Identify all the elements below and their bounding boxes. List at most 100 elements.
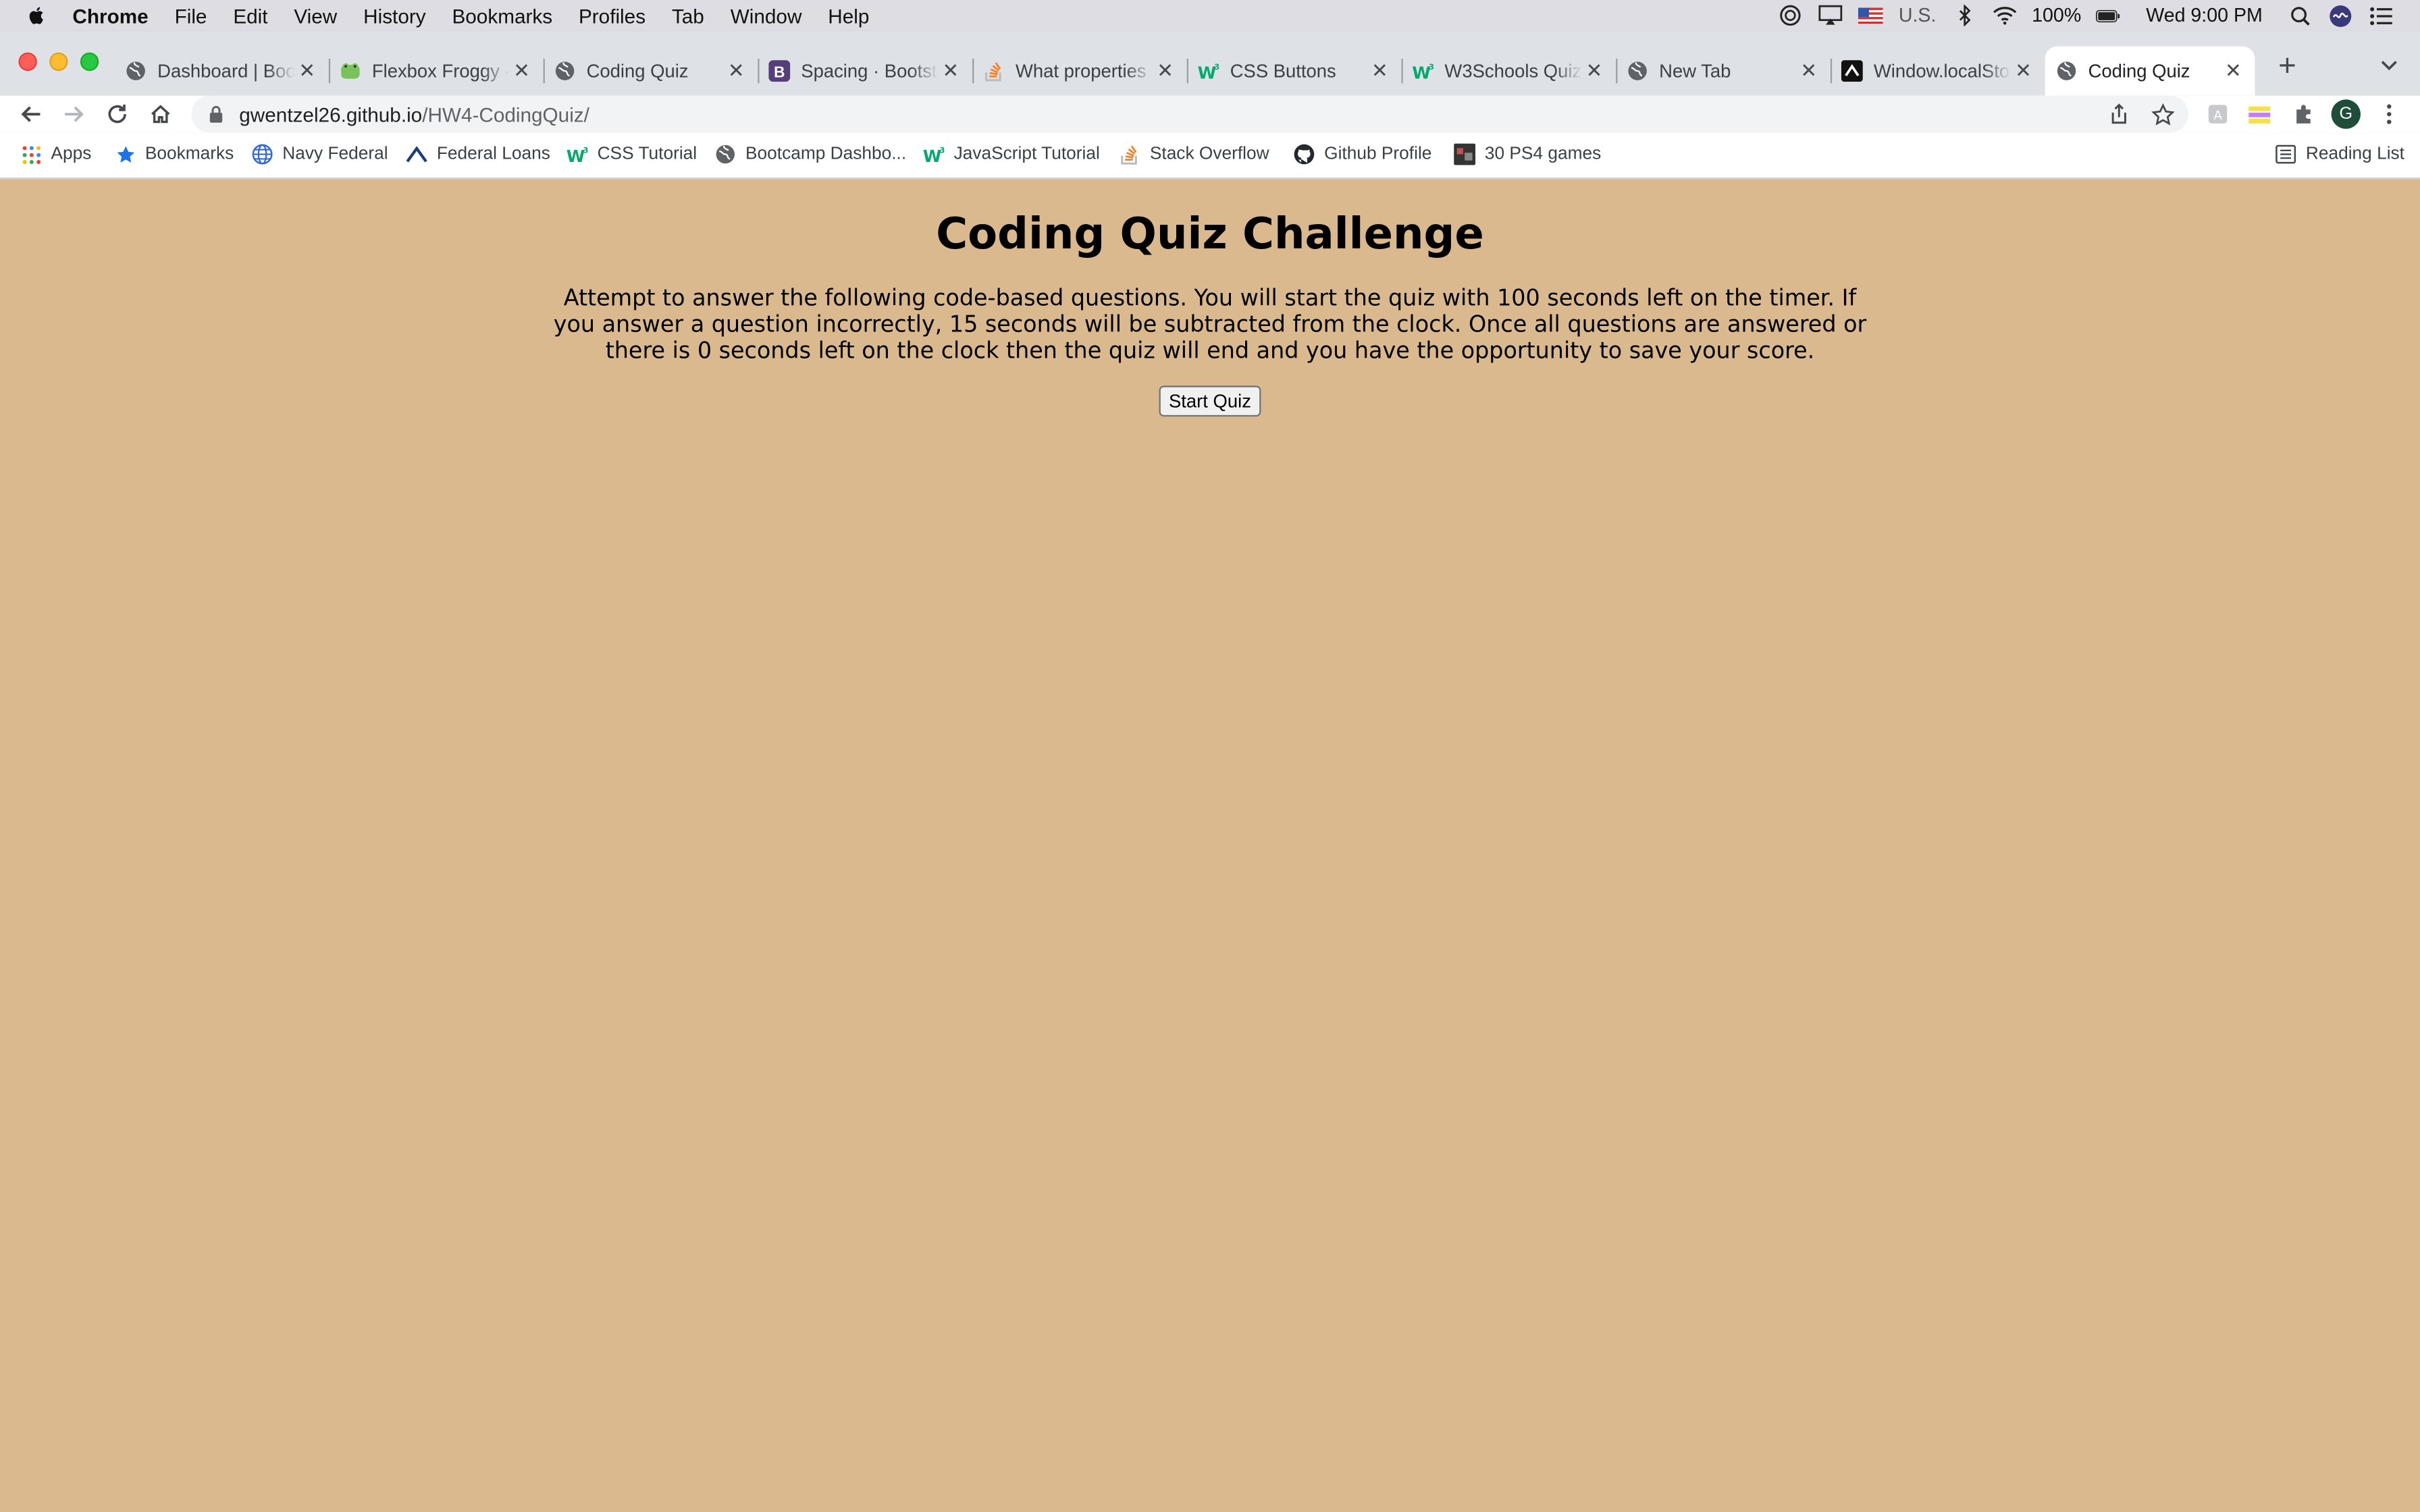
- reading-list-icon: [2275, 144, 2296, 165]
- bookmark-federal-loans[interactable]: Federal Loans: [406, 144, 550, 165]
- tab-coding-quiz-active[interactable]: Coding Quiz ✕: [2045, 46, 2255, 96]
- bookmark-css-tutorial[interactable]: W3 CSS Tutorial: [567, 144, 697, 165]
- bookmark-label: Federal Loans: [436, 144, 550, 164]
- minimize-window-button[interactable]: [49, 52, 68, 72]
- bookmark-30-ps4-games[interactable]: 30 PS4 games: [1454, 143, 1601, 165]
- tab-window-localstorage[interactable]: Window.localSto ✕: [1831, 47, 2045, 96]
- bookmark-bootcamp-dashboard[interactable]: Bootcamp Dashbo...: [714, 144, 906, 165]
- menu-window[interactable]: Window: [731, 4, 802, 27]
- new-tab-button[interactable]: +: [2272, 51, 2303, 84]
- share-icon[interactable]: [2105, 101, 2133, 128]
- globe-icon: [1625, 59, 1650, 84]
- bookmark-github-profile[interactable]: Github Profile: [1293, 144, 1431, 165]
- tab-title: Dashboard | Boo: [157, 60, 295, 82]
- close-tab-icon[interactable]: ✕: [2221, 59, 2246, 84]
- federal-loans-icon: [406, 144, 427, 165]
- w3schools-icon: W3: [567, 144, 588, 165]
- tab-coding-quiz[interactable]: Coding Quiz ✕: [544, 47, 760, 96]
- tab-title: Spacing · Bootst: [801, 60, 937, 82]
- airplay-icon[interactable]: [1818, 5, 1843, 26]
- zoom-window-button[interactable]: [80, 52, 99, 72]
- tab-new-tab[interactable]: New Tab ✕: [1616, 47, 1833, 96]
- close-tab-icon[interactable]: ✕: [1153, 59, 1178, 84]
- lock-icon[interactable]: [207, 105, 225, 123]
- profile-avatar[interactable]: G: [2330, 99, 2361, 130]
- menu-bookmarks[interactable]: Bookmarks: [452, 4, 552, 27]
- bootstrap-icon: B: [767, 59, 792, 84]
- tab-title: W3Schools Quiz: [1444, 60, 1582, 82]
- extensions-puzzle-icon[interactable]: [2289, 99, 2320, 130]
- close-tab-icon[interactable]: ✕: [2011, 59, 2036, 84]
- reading-list-button[interactable]: Reading List: [2275, 144, 2404, 165]
- w3schools-icon: W3: [923, 144, 945, 165]
- bookmark-star-icon[interactable]: [2149, 101, 2176, 128]
- svg-text:B: B: [774, 63, 785, 80]
- menu-edit[interactable]: Edit: [233, 4, 267, 27]
- tab-flexbox-froggy[interactable]: Flexbox Froggy - ✕: [329, 47, 545, 96]
- bluetooth-icon[interactable]: [1951, 4, 1976, 26]
- reload-button[interactable]: [102, 99, 133, 130]
- close-window-button[interactable]: [18, 52, 37, 72]
- close-tab-icon[interactable]: ✕: [1797, 59, 1822, 84]
- menu-history[interactable]: History: [363, 4, 425, 27]
- globe-icon: [552, 59, 577, 84]
- tab-w3schools-quiz[interactable]: W3 W3Schools Quiz ✕: [1401, 47, 1618, 96]
- forward-button[interactable]: [59, 99, 90, 130]
- globe-icon: [252, 144, 273, 165]
- bookmark-apps[interactable]: Apps: [20, 144, 92, 165]
- browser-tab-strip: Dashboard | Boo ✕ Flexbox Froggy - ✕ Cod…: [0, 30, 2420, 96]
- apple-logo-icon[interactable]: [26, 5, 48, 26]
- tab-what-properties[interactable]: What properties ✕: [972, 47, 1189, 96]
- tab-title: CSS Buttons: [1230, 60, 1336, 82]
- bookmark-bookmarks[interactable]: Bookmarks: [114, 144, 234, 165]
- bookmark-label: JavaScript Tutorial: [953, 144, 1100, 164]
- bookmark-stack-overflow[interactable]: Stack Overflow: [1119, 144, 1269, 165]
- w3schools-icon: W3: [1411, 59, 1436, 84]
- menu-file[interactable]: File: [175, 4, 207, 27]
- close-tab-icon[interactable]: ✕: [1582, 59, 1607, 84]
- battery-percent[interactable]: 100%: [2032, 5, 2081, 26]
- back-button[interactable]: [16, 99, 47, 130]
- us-flag-icon[interactable]: [1858, 5, 1884, 26]
- close-tab-icon[interactable]: ✕: [939, 59, 964, 84]
- spotlight-search-icon[interactable]: [2287, 5, 2312, 26]
- menu-tab[interactable]: Tab: [672, 4, 704, 27]
- wifi-icon[interactable]: [1992, 5, 2017, 26]
- address-bar[interactable]: gwentzel26.github.io/HW4-CodingQuiz/: [191, 95, 2189, 133]
- close-tab-icon[interactable]: ✕: [724, 59, 749, 84]
- bookmark-label: Bootcamp Dashbo...: [745, 144, 907, 164]
- globe-icon: [124, 59, 149, 84]
- bookmark-javascript-tutorial[interactable]: W3 JavaScript Tutorial: [923, 144, 1100, 165]
- battery-icon[interactable]: [2097, 5, 2122, 26]
- home-button[interactable]: [145, 99, 176, 130]
- close-tab-icon[interactable]: ✕: [295, 59, 320, 84]
- chrome-menu-icon[interactable]: [2373, 99, 2404, 130]
- menu-view[interactable]: View: [294, 4, 337, 27]
- start-quiz-button[interactable]: Start Quiz: [1159, 385, 1261, 417]
- control-center-icon[interactable]: [2367, 5, 2392, 26]
- game-thumb-icon: [1454, 143, 1476, 165]
- menu-profiles[interactable]: Profiles: [579, 4, 646, 27]
- svg-text:W: W: [923, 146, 942, 165]
- close-tab-icon[interactable]: ✕: [1367, 59, 1392, 84]
- extension-gray-icon[interactable]: A: [2203, 99, 2234, 130]
- star-icon: [114, 144, 136, 165]
- svg-text:3: 3: [583, 145, 587, 155]
- time-machine-icon[interactable]: [1779, 5, 1804, 26]
- menu-app-name[interactable]: Chrome: [72, 4, 148, 27]
- tab-bootstrap-spacing[interactable]: B Spacing · Bootst ✕: [758, 47, 974, 96]
- macos-menu-bar: Chrome File Edit View History Bookmarks …: [0, 0, 2420, 31]
- close-tab-icon[interactable]: ✕: [509, 59, 534, 84]
- page-content: Coding Quiz Challenge Attempt to answer …: [0, 180, 2420, 1512]
- menu-clock[interactable]: Wed 9:00 PM: [2146, 5, 2263, 26]
- menu-help[interactable]: Help: [828, 4, 869, 27]
- siri-icon[interactable]: [2327, 4, 2352, 26]
- tab-dashboard[interactable]: Dashboard | Boo ✕: [114, 47, 331, 96]
- extension-color-icon[interactable]: [2244, 99, 2275, 130]
- bookmark-label: Apps: [51, 144, 92, 164]
- svg-text:A: A: [2213, 109, 2222, 123]
- tab-search-chevron-icon[interactable]: [2377, 53, 2402, 78]
- bookmark-navy-federal[interactable]: Navy Federal: [252, 144, 388, 165]
- tab-css-buttons[interactable]: W3 CSS Buttons ✕: [1187, 47, 1403, 96]
- input-source-label[interactable]: U.S.: [1899, 5, 1937, 26]
